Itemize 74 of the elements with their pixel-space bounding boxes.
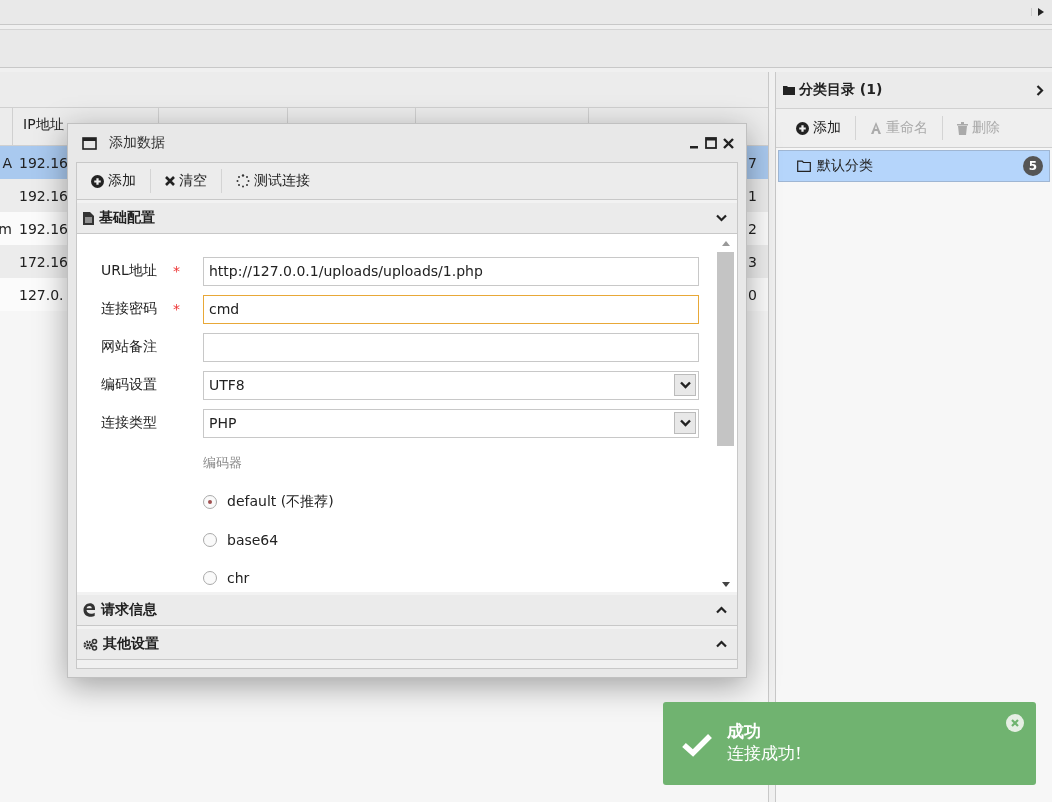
close-icon[interactable]: [723, 137, 734, 149]
toast-message: 连接成功!: [727, 742, 803, 764]
chevron-icon: [716, 606, 727, 614]
chevron-down-icon: [679, 381, 691, 389]
chevron-icon: [716, 214, 727, 222]
chevron-right-icon[interactable]: [1036, 84, 1044, 96]
toolbar-button[interactable]: 清空: [159, 168, 213, 194]
radio-label: chr: [227, 570, 250, 586]
section-title: 其他设置: [103, 635, 159, 653]
gears-icon: [83, 637, 98, 651]
chevron-icon: [716, 640, 727, 648]
table-cell: 127.0.: [19, 286, 64, 303]
spinner-icon: [236, 174, 250, 188]
radio-label: default (不推荐): [227, 493, 334, 511]
section-title: 请求信息: [101, 601, 157, 619]
dialog-title: 添加数据: [109, 134, 166, 152]
field-label: 连接密码: [101, 300, 158, 318]
plus-circle-icon: [796, 121, 809, 135]
scroll-down-icon[interactable]: [720, 582, 731, 588]
maximize-icon[interactable]: [705, 137, 717, 149]
field-label: 连接类型: [101, 414, 158, 432]
table-cell: 192.16: [19, 220, 68, 237]
trash-icon: [957, 121, 968, 135]
table-cell: 3: [748, 253, 757, 270]
required-mark: *: [173, 301, 180, 317]
radio-option[interactable]: default (不推荐): [203, 487, 334, 517]
table-cell: 2: [748, 220, 757, 237]
category-item[interactable]: 默认分类 5: [778, 150, 1050, 182]
category-label: 默认分类: [817, 157, 874, 175]
plus-circle-icon: [91, 174, 104, 188]
section-title: 基础配置: [99, 209, 155, 227]
chevron-down-icon: [679, 419, 691, 427]
dropdown[interactable]: PHP: [203, 408, 699, 438]
dropdown[interactable]: UTF8: [203, 370, 699, 400]
table-cell: 192.16: [19, 154, 68, 171]
input-field[interactable]: cmd: [203, 294, 699, 324]
document-icon: [83, 211, 94, 225]
letter-icon: [870, 121, 882, 135]
input-field[interactable]: [203, 332, 699, 362]
toolbar-button[interactable]: 添加: [85, 168, 142, 194]
right-arrow-icon[interactable]: [1031, 8, 1044, 16]
count-badge: 5: [1023, 156, 1043, 176]
cross-icon: [165, 176, 175, 186]
radio-option[interactable]: base64: [203, 525, 279, 555]
section-header[interactable]: 其他设置: [77, 626, 737, 660]
folder-icon: [797, 160, 811, 172]
toolbar-button[interactable]: 添加: [790, 115, 847, 141]
radio-button[interactable]: [203, 571, 217, 585]
window-icon: [82, 136, 97, 150]
toast-title: 成功: [727, 720, 762, 742]
check-icon: [681, 733, 713, 757]
input-field[interactable]: http://127.0.0.1/uploads/uploads/1.php: [203, 256, 699, 286]
radio-button[interactable]: [203, 533, 217, 547]
toolbar-button[interactable]: 测试连接: [230, 168, 316, 194]
section-header[interactable]: 基础配置: [77, 200, 737, 234]
folder-icon: [783, 85, 795, 95]
field-label: URL地址: [101, 262, 158, 280]
group-heading: 编码器: [202, 454, 243, 472]
field-label: 网站备注: [101, 338, 158, 356]
table-cell: A: [2, 154, 12, 171]
section-header[interactable]: 请求信息: [77, 592, 737, 626]
table-cell: m: [0, 220, 12, 237]
table-cell: 0: [748, 286, 757, 303]
radio-label: base64: [227, 532, 279, 548]
table-cell: 172.16: [19, 253, 68, 270]
panel-title: 分类目录 (1): [799, 81, 884, 99]
required-mark: *: [173, 263, 180, 279]
radio-button[interactable]: [203, 495, 217, 509]
edge-logo-icon: [83, 603, 96, 617]
table-cell: 1: [748, 187, 757, 204]
field-label: 编码设置: [101, 376, 158, 394]
table-cell: 7: [748, 154, 757, 171]
table-cell: 192.16: [19, 187, 68, 204]
radio-option[interactable]: chr: [203, 563, 250, 593]
